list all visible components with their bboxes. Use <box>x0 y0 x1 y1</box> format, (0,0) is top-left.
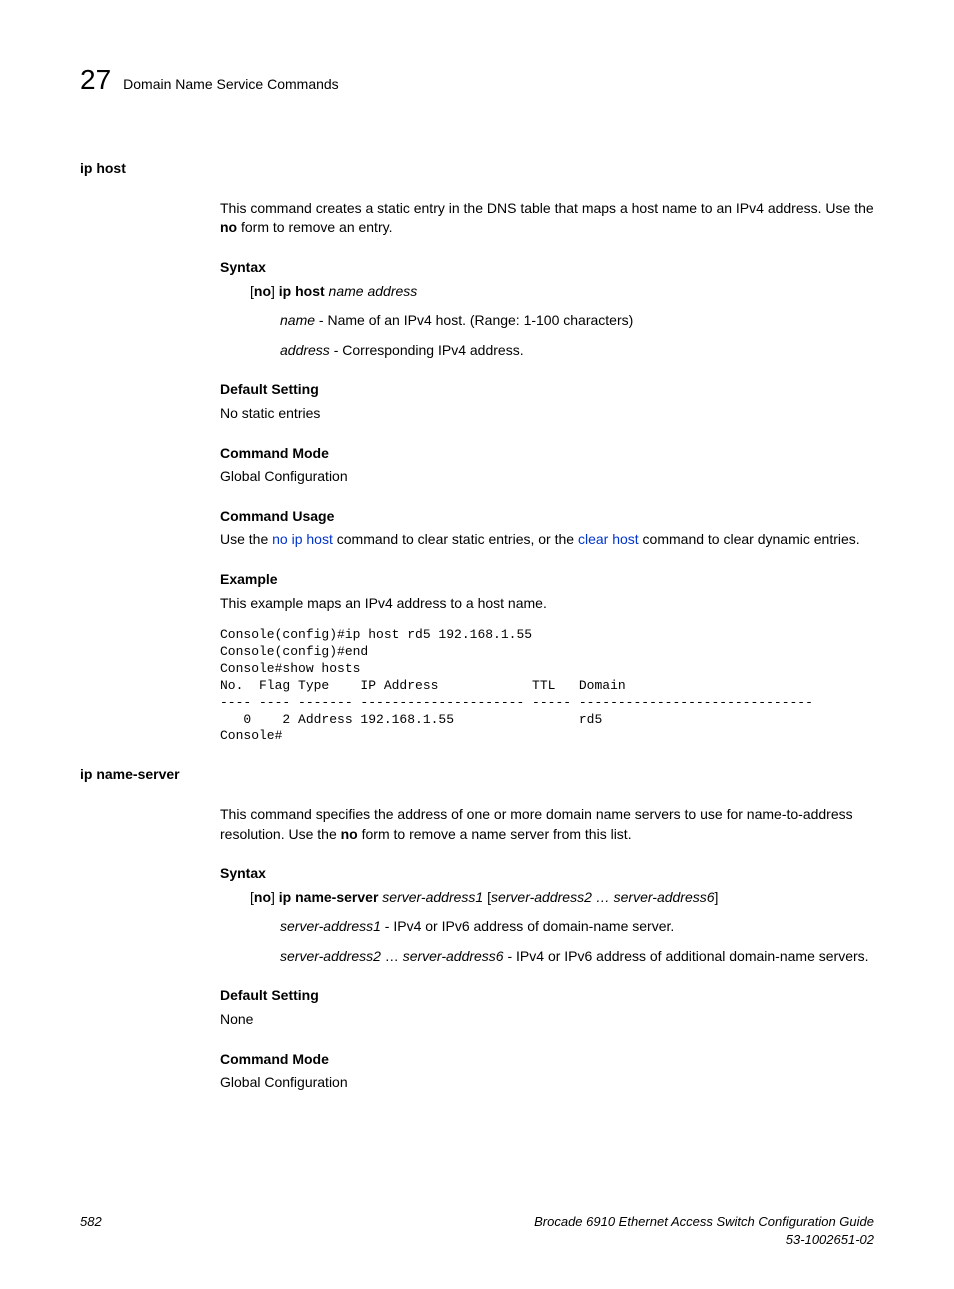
link-clear-host[interactable]: clear host <box>578 531 639 547</box>
intro-text-2: This command specifies the address of on… <box>220 805 874 844</box>
example-heading: Example <box>220 570 874 590</box>
mode-value: Global Configuration <box>220 467 874 487</box>
default-heading-2: Default Setting <box>220 986 874 1006</box>
page-header: 27 Domain Name Service Commands <box>80 60 874 99</box>
section-title-ip-name-server: ip name-server <box>80 765 874 785</box>
usage-heading: Command Usage <box>220 507 874 527</box>
mode-heading: Command Mode <box>220 444 874 464</box>
section-title-ip-host: ip host <box>80 159 874 179</box>
code-block: Console(config)#ip host rd5 192.168.1.55… <box>220 627 874 745</box>
page-footer: 582 Brocade 6910 Ethernet Access Switch … <box>80 1213 874 1249</box>
usage-text: Use the no ip host command to clear stat… <box>220 530 874 550</box>
syntax-line: [no] ip host name address <box>250 282 874 302</box>
default-value-2: None <box>220 1010 874 1030</box>
chapter-title: Domain Name Service Commands <box>123 75 339 95</box>
mode-heading-2: Command Mode <box>220 1050 874 1070</box>
page-number: 582 <box>80 1213 102 1249</box>
doc-info: Brocade 6910 Ethernet Access Switch Conf… <box>534 1213 874 1249</box>
intro-text: This command creates a static entry in t… <box>220 199 874 238</box>
default-heading: Default Setting <box>220 380 874 400</box>
syntax-heading-2: Syntax <box>220 864 874 884</box>
link-no-ip-host[interactable]: no ip host <box>272 531 333 547</box>
param-name: name - Name of an IPv4 host. (Range: 1-1… <box>280 311 874 331</box>
example-intro: This example maps an IPv4 address to a h… <box>220 594 874 614</box>
default-value: No static entries <box>220 404 874 424</box>
param-server1: server-address1 - IPv4 or IPv6 address o… <box>280 917 874 937</box>
param-server2-6: server-address2 … server-address6 - IPv4… <box>280 947 874 967</box>
syntax-heading: Syntax <box>220 258 874 278</box>
chapter-number: 27 <box>80 60 111 99</box>
syntax-line-2: [no] ip name-server server-address1 [ser… <box>250 888 874 908</box>
mode-value-2: Global Configuration <box>220 1073 874 1093</box>
param-address: address - Corresponding IPv4 address. <box>280 341 874 361</box>
